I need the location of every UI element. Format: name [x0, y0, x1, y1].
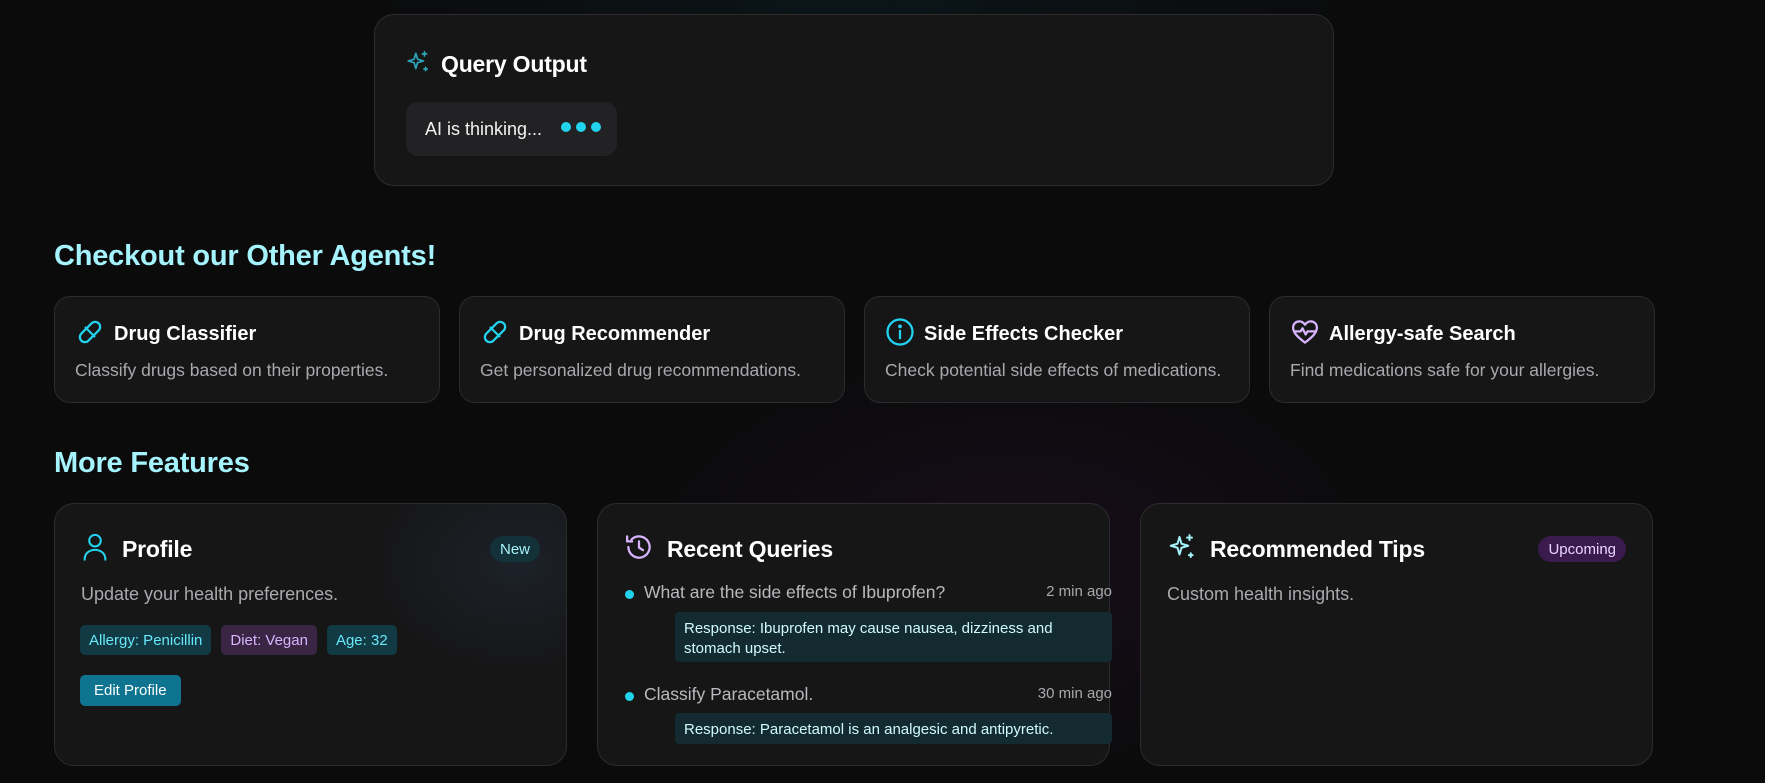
bullet-dot: [625, 692, 634, 701]
agent-name: Drug Classifier: [114, 323, 257, 345]
query-time: 30 min ago: [1037, 685, 1112, 702]
query-question: Classify Paracetamol.: [644, 684, 814, 704]
query-question: What are the side effects of Ibuprofen?: [644, 582, 946, 602]
agent-card-drug-recommender[interactable]: Drug Recommender Get personalized drug r…: [459, 296, 845, 403]
bullet-dot: [625, 590, 634, 599]
tag-age: Age: 32: [326, 625, 397, 655]
query-time: 2 min ago: [1046, 583, 1112, 600]
sparkles-icon: [405, 49, 431, 80]
query-output-panel: Query Output AI is thinking...: [374, 14, 1334, 186]
tag-diet: Diet: Vegan: [221, 625, 317, 655]
agent-name: Allergy-safe Search: [1329, 323, 1516, 345]
thinking-indicator: AI is thinking...: [406, 102, 617, 156]
query-output-header: Query Output: [405, 49, 587, 80]
agent-card-allergy-safe-search[interactable]: Allergy-safe Search Find medications saf…: [1269, 296, 1655, 403]
recent-queries-title: Recent Queries: [667, 536, 833, 562]
agent-desc: Classify drugs based on their properties…: [75, 360, 389, 380]
agent-desc: Find medications safe for your allergies…: [1290, 360, 1600, 380]
profile-desc: Update your health preferences.: [81, 584, 339, 604]
info-icon: [885, 317, 915, 352]
upcoming-badge: Upcoming: [1538, 536, 1626, 562]
recommended-tips-card: Recommended Tips Upcoming Custom health …: [1140, 503, 1653, 766]
loading-dots: [561, 122, 602, 132]
tips-desc: Custom health insights.: [1167, 584, 1355, 604]
recent-queries-card: Recent Queries What are the side effects…: [597, 503, 1112, 766]
user-icon: [81, 532, 109, 567]
query-output-title: Query Output: [441, 51, 587, 77]
pill-icon: [75, 317, 105, 352]
features-section-title: More Features: [54, 447, 250, 479]
loading-dot: [591, 122, 602, 132]
agent-desc: Get personalized drug recommendations.: [480, 360, 802, 380]
new-badge: New: [489, 536, 540, 562]
query-response: Response: Paracetamol is an analgesic an…: [675, 713, 1112, 744]
pill-icon: [480, 317, 510, 352]
tag-allergy: Allergy: Penicillin: [80, 625, 212, 655]
edit-profile-button[interactable]: Edit Profile: [80, 675, 181, 706]
agent-desc: Check potential side effects of medicati…: [885, 360, 1222, 380]
agent-name: Drug Recommender: [519, 323, 711, 345]
profile-card: Profile New Update your health preferenc…: [54, 503, 567, 766]
agent-name: Side Effects Checker: [924, 323, 1123, 345]
history-icon: [624, 532, 654, 567]
heart-pulse-icon: [1290, 317, 1320, 352]
recommended-tips-title: Recommended Tips: [1210, 536, 1425, 562]
loading-dot: [576, 122, 587, 132]
sparkles-icon: [1167, 532, 1197, 567]
loading-dot: [561, 122, 572, 132]
profile-tags: Allergy: Penicillin Diet: Vegan Age: 32: [80, 625, 397, 655]
thinking-text: AI is thinking...: [425, 118, 543, 139]
agent-card-drug-classifier[interactable]: Drug Classifier Classify drugs based on …: [54, 296, 440, 403]
agent-card-side-effects-checker[interactable]: Side Effects Checker Check potential sid…: [864, 296, 1250, 403]
agents-section-title: Checkout our Other Agents!: [54, 240, 437, 272]
query-response: Response: Ibuprofen may cause nausea, di…: [675, 612, 1112, 662]
profile-title: Profile: [122, 536, 193, 562]
